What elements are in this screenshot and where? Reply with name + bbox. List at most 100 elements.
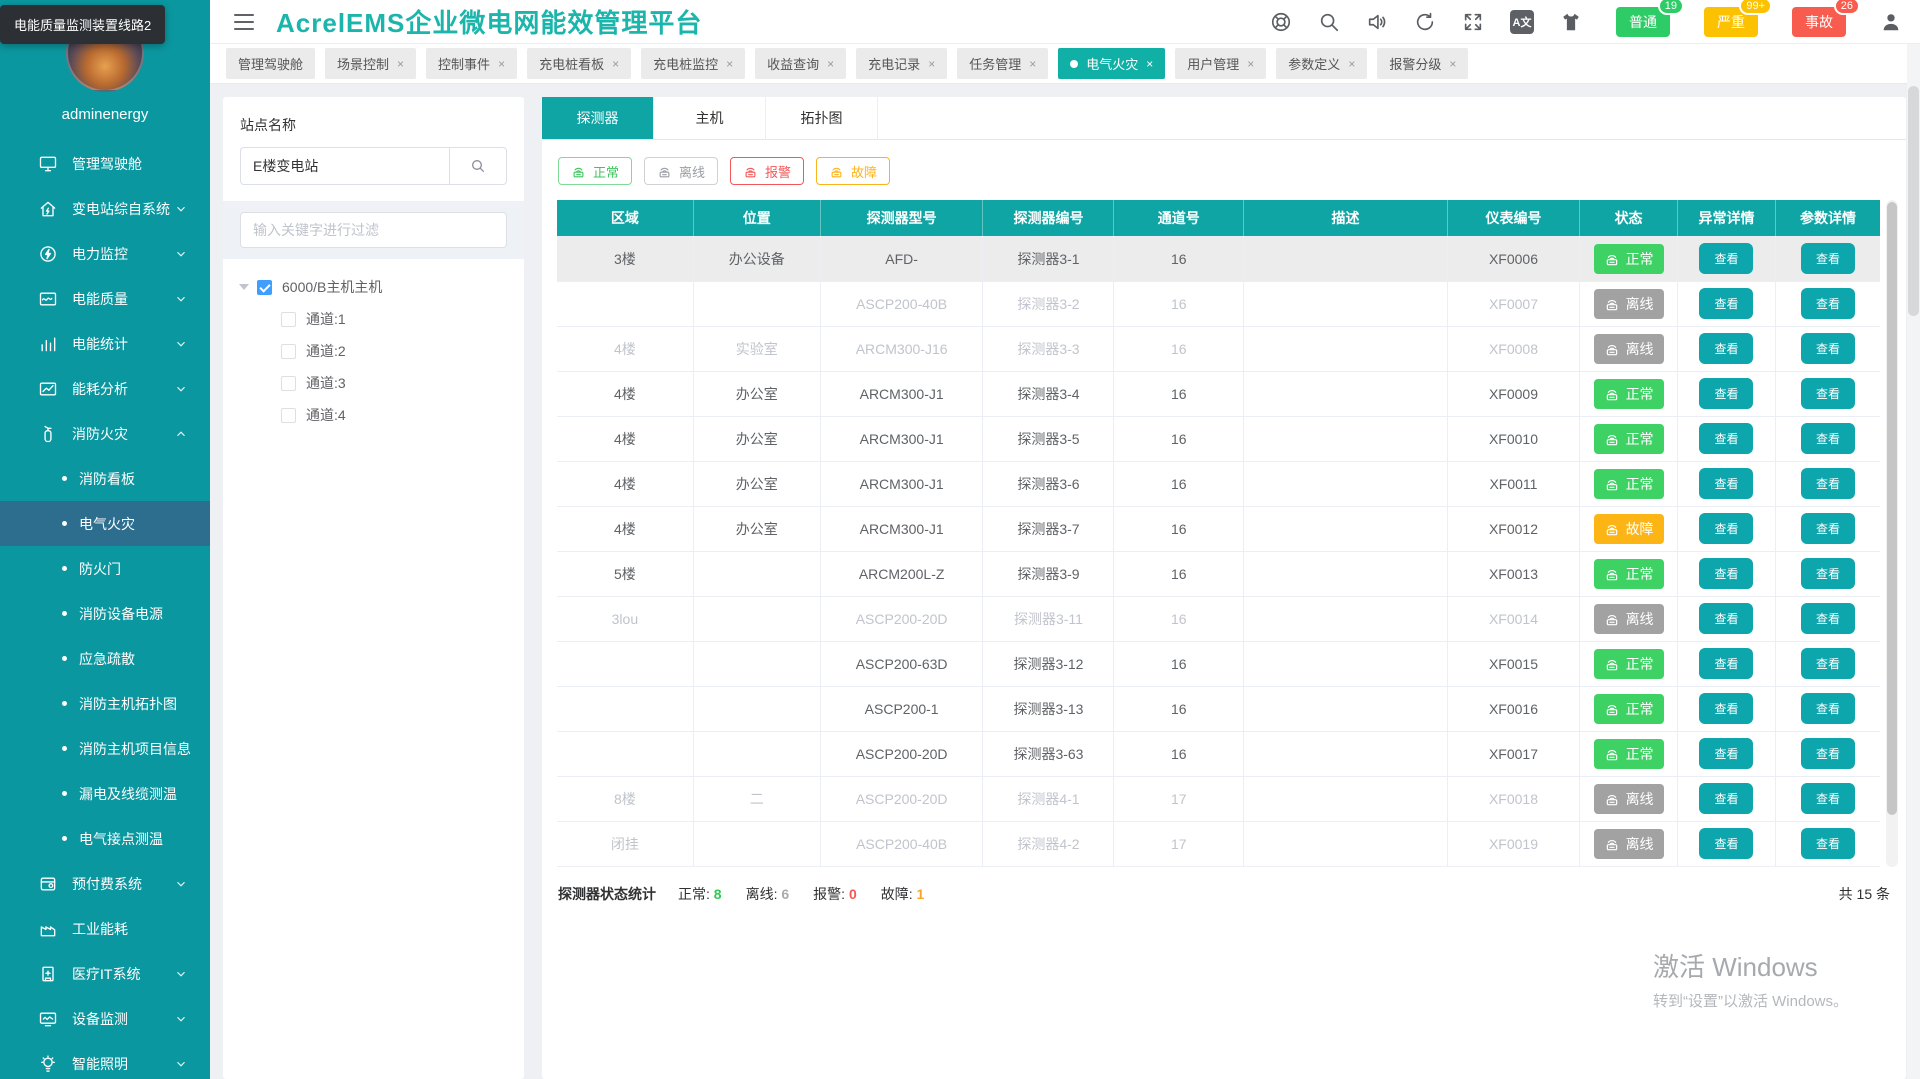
exception-detail-view-button[interactable]: 查看 [1699, 423, 1754, 454]
station-search-button[interactable] [449, 147, 507, 185]
table-row[interactable]: 4楼 办公室 ARCM300-J1 探测器3-4 16 XF0009 正常 查看… [557, 371, 1880, 417]
param-detail-view-button[interactable]: 查看 [1800, 558, 1855, 589]
param-detail-view-button[interactable]: 查看 [1800, 378, 1855, 409]
tree-channel-node[interactable]: 通道:4 [235, 399, 514, 431]
param-detail-view-button[interactable]: 查看 [1800, 513, 1855, 544]
close-icon[interactable]: × [1146, 57, 1153, 71]
status-filter-chip[interactable]: 离线 [644, 157, 719, 185]
exception-detail-view-button[interactable]: 查看 [1699, 603, 1754, 634]
workspace-tab[interactable]: 参数定义 × [1276, 48, 1368, 79]
table-scrollbar[interactable] [1886, 200, 1898, 867]
alarm-badge-accident[interactable]: 事故 26 [1792, 0, 1860, 37]
sidebar-menu-item[interactable]: 消防火灾 [0, 411, 210, 456]
exception-detail-view-button[interactable]: 查看 [1699, 468, 1754, 499]
close-icon[interactable]: × [1029, 57, 1036, 71]
workspace-tab[interactable]: 报警分级 × [1377, 48, 1469, 79]
exception-detail-view-button[interactable]: 查看 [1699, 333, 1754, 364]
exception-detail-view-button[interactable]: 查看 [1699, 693, 1754, 724]
close-icon[interactable]: × [827, 57, 834, 71]
table-row[interactable]: 8楼 二 ASCP200-20D 探测器4-1 17 XF0018 离线 查看 … [557, 776, 1880, 822]
menu-collapse-icon[interactable] [234, 13, 254, 30]
tree-channel-checkbox[interactable] [281, 407, 296, 423]
table-row[interactable]: 4楼 办公室 ARCM300-J1 探测器3-6 16 XF0011 正常 查看… [557, 461, 1880, 507]
exception-detail-view-button[interactable]: 查看 [1699, 513, 1754, 544]
workspace-tab[interactable]: 场景控制 × [325, 48, 417, 79]
param-detail-view-button[interactable]: 查看 [1800, 648, 1855, 679]
close-icon[interactable]: × [612, 57, 619, 71]
search-icon[interactable] [1318, 11, 1340, 33]
exception-detail-view-button[interactable]: 查看 [1699, 243, 1754, 274]
table-row[interactable]: 4楼 办公室 ARCM300-J1 探测器3-5 16 XF0010 正常 查看… [557, 416, 1880, 462]
tree-channel-checkbox[interactable] [281, 343, 296, 359]
tree-expand-caret-icon[interactable] [239, 284, 249, 290]
tree-channel-node[interactable]: 通道:3 [235, 367, 514, 399]
status-filter-chip[interactable]: 故障 [816, 157, 891, 185]
workspace-tab[interactable]: 控制事件 × [426, 48, 518, 79]
param-detail-view-button[interactable]: 查看 [1800, 333, 1855, 364]
workspace-tab[interactable]: 电气火灾 × [1058, 48, 1166, 79]
param-detail-view-button[interactable]: 查看 [1800, 828, 1855, 859]
alarm-badge-severe[interactable]: 严重 99+ [1704, 0, 1772, 37]
refresh-icon[interactable] [1414, 11, 1436, 33]
param-detail-view-button[interactable]: 查看 [1800, 423, 1855, 454]
sidebar-menu-item[interactable]: 工业能耗 [0, 906, 210, 951]
table-row[interactable]: ASCP200-63D 探测器3-12 16 XF0015 正常 查看 查看 [557, 641, 1880, 687]
aperture-icon[interactable] [1270, 11, 1292, 33]
table-row[interactable]: 5楼 ARCM200L-Z 探测器3-9 16 XF0013 正常 查看 查看 [557, 551, 1880, 597]
close-icon[interactable]: × [397, 57, 404, 71]
close-icon[interactable]: × [498, 57, 505, 71]
table-row[interactable]: ASCP200-40B 探测器3-2 16 XF0007 离线 查看 查看 [557, 281, 1880, 327]
workspace-tab[interactable]: 管理驾驶舱 [226, 48, 316, 79]
sidebar-submenu-item[interactable]: 消防设备电源 [0, 591, 210, 636]
sidebar-submenu-item[interactable]: 漏电及线缆测温 [0, 771, 210, 816]
detector-view-tab[interactable]: 探测器 [542, 97, 654, 139]
exception-detail-view-button[interactable]: 查看 [1699, 828, 1754, 859]
alarm-badge-normal[interactable]: 普通 19 [1616, 0, 1684, 37]
exception-detail-view-button[interactable]: 查看 [1699, 558, 1754, 589]
tree-filter-input[interactable] [240, 212, 507, 248]
theme-shirt-icon[interactable] [1560, 11, 1582, 33]
tree-channel-checkbox[interactable] [281, 375, 296, 391]
param-detail-view-button[interactable]: 查看 [1800, 693, 1855, 724]
translate-icon[interactable]: A文 [1510, 9, 1534, 34]
exception-detail-view-button[interactable]: 查看 [1699, 738, 1754, 769]
sidebar-menu-item[interactable]: 预付费系统 [0, 861, 210, 906]
sidebar-menu-item[interactable]: 电能统计 [0, 321, 210, 366]
param-detail-view-button[interactable]: 查看 [1800, 288, 1855, 319]
user-icon[interactable] [1880, 11, 1902, 33]
sidebar-menu-item[interactable]: 电力监控 [0, 231, 210, 276]
sidebar-submenu-item[interactable]: 应急疏散 [0, 636, 210, 681]
sidebar-menu-item[interactable]: 设备监测 [0, 996, 210, 1041]
exception-detail-view-button[interactable]: 查看 [1699, 378, 1754, 409]
sidebar-submenu-item[interactable]: 消防主机项目信息 [0, 726, 210, 771]
table-row[interactable]: 4楼 实验室 ARCM300-J16 探测器3-3 16 XF0008 离线 查… [557, 326, 1880, 372]
close-icon[interactable]: × [928, 57, 935, 71]
close-icon[interactable]: × [1247, 57, 1254, 71]
sidebar-submenu-item[interactable]: 防火门 [0, 546, 210, 591]
page-scrollbar[interactable] [1907, 44, 1920, 1079]
workspace-tab[interactable]: 充电记录 × [856, 48, 948, 79]
tree-root-node[interactable]: 6000/B主机主机 [235, 271, 514, 303]
tree-channel-node[interactable]: 通道:2 [235, 335, 514, 367]
sidebar-menu-item[interactable]: 电能质量 [0, 276, 210, 321]
sidebar-menu-item[interactable]: 变电站综自系统 [0, 186, 210, 231]
sidebar-menu-item[interactable]: 管理驾驶舱 [0, 141, 210, 186]
table-scrollbar-thumb[interactable] [1887, 202, 1897, 816]
workspace-tab[interactable]: 充电桩看板 × [527, 48, 632, 79]
workspace-tab[interactable]: 任务管理 × [957, 48, 1049, 79]
sidebar-submenu-item[interactable]: 电气火灾 [0, 501, 210, 546]
close-icon[interactable]: × [726, 57, 733, 71]
table-row[interactable]: 4楼 办公室 ARCM300-J1 探测器3-7 16 XF0012 故障 查看… [557, 506, 1880, 552]
status-filter-chip[interactable]: 正常 [558, 157, 633, 185]
sidebar-menu-item[interactable]: 智能照明 [0, 1041, 210, 1079]
param-detail-view-button[interactable]: 查看 [1800, 603, 1855, 634]
workspace-tab[interactable]: 收益查询 × [755, 48, 847, 79]
table-row[interactable]: 3lou ASCP200-20D 探测器3-11 16 XF0014 离线 查看… [557, 596, 1880, 642]
sidebar-menu-item[interactable]: 医疗IT系统 [0, 951, 210, 996]
param-detail-view-button[interactable]: 查看 [1800, 738, 1855, 769]
exception-detail-view-button[interactable]: 查看 [1699, 648, 1754, 679]
status-filter-chip[interactable]: 报警 [730, 157, 805, 185]
tree-channel-node[interactable]: 通道:1 [235, 303, 514, 335]
table-row[interactable]: ASCP200-20D 探测器3-63 16 XF0017 正常 查看 查看 [557, 731, 1880, 777]
detector-view-tab[interactable]: 主机 [654, 97, 766, 139]
